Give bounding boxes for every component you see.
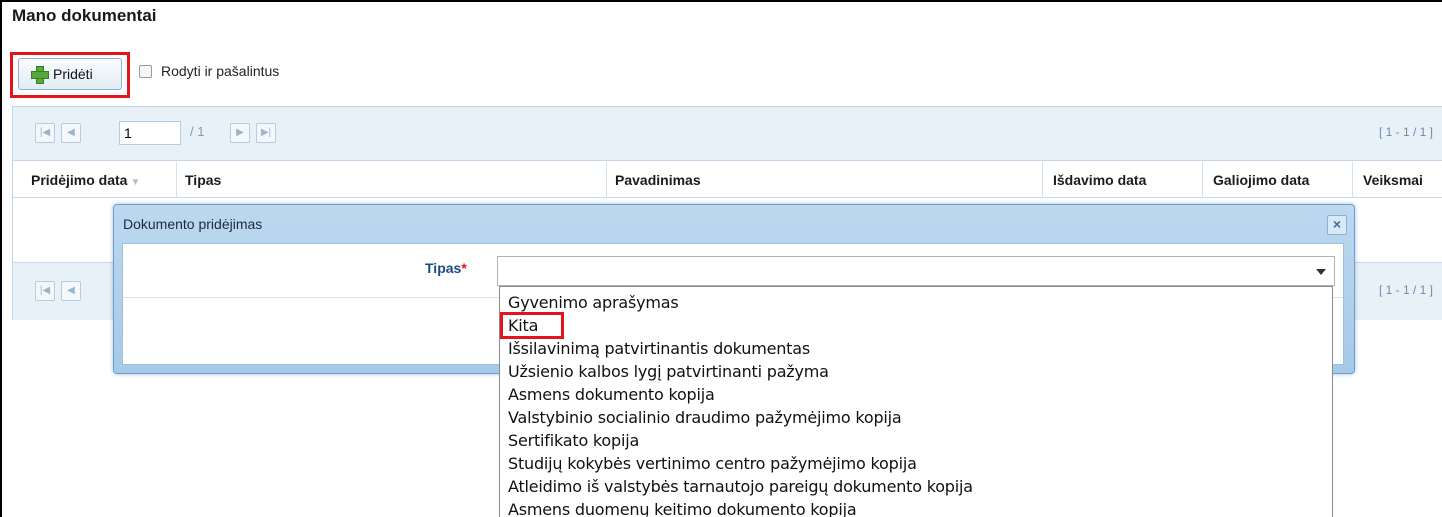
- type-field-label: Tipas*: [425, 260, 467, 276]
- option-identity-document-copy[interactable]: Asmens dokumento kopija: [500, 383, 1332, 406]
- other-option-highlight: [500, 312, 564, 339]
- show-removed-toggle[interactable]: Rodyti ir pašalintus: [139, 63, 279, 79]
- option-language-certificate[interactable]: Užsienio kalbos lygį patvirtinanti pažym…: [500, 360, 1332, 383]
- show-removed-checkbox[interactable]: [139, 64, 152, 78]
- column-header-name[interactable]: Pavadinimas: [607, 162, 1043, 198]
- type-select[interactable]: [497, 256, 1335, 286]
- next-page-icon[interactable]: ▶: [230, 123, 250, 143]
- column-header-actions: Veiksmai: [1363, 172, 1423, 188]
- required-marker: *: [461, 260, 467, 276]
- page-total: / 1: [190, 124, 205, 139]
- option-cv[interactable]: Gyvenimo aprašymas: [500, 291, 1332, 314]
- option-education-document[interactable]: Išsilavinimą patvirtinantis dokumentas: [500, 337, 1332, 360]
- page-range-bottom: [ 1 - 1 / 1 ]: [1378, 283, 1433, 297]
- page-number-input[interactable]: 1: [119, 121, 181, 145]
- option-certificate-copy[interactable]: Sertifikato kopija: [500, 429, 1332, 452]
- column-header-expiry-date[interactable]: Galiojimo data: [1203, 162, 1353, 198]
- column-header-issue-date[interactable]: Išdavimo data: [1043, 162, 1203, 198]
- show-removed-label: Rodyti ir pašalintus: [161, 63, 280, 79]
- table-header: Pridėjimo data ▼ Tipas Pavadinimas Išdavi…: [13, 162, 1442, 198]
- add-button[interactable]: Pridėti: [18, 58, 122, 90]
- option-dismissal-document-copy[interactable]: Atleidimo iš valstybės tarnautojo pareig…: [500, 475, 1332, 498]
- sort-desc-icon: ▼: [130, 177, 141, 188]
- close-icon[interactable]: ×: [1327, 215, 1347, 235]
- option-other[interactable]: Kita: [500, 314, 1332, 337]
- option-personal-data-change-copy[interactable]: Asmens duomenų keitimo dokumento kopija: [500, 498, 1332, 517]
- pager-top: |◀ ◀ 1 / 1 ▶ ▶| [ 1 - 1 / 1 ]: [13, 107, 1442, 161]
- first-page-icon[interactable]: |◀: [35, 281, 55, 301]
- first-page-icon[interactable]: |◀: [35, 123, 55, 143]
- prev-page-icon[interactable]: ◀: [61, 281, 81, 301]
- add-button-label: Pridėti: [53, 66, 93, 82]
- last-page-icon[interactable]: ▶|: [256, 123, 276, 143]
- option-social-insurance-copy[interactable]: Valstybinio socialinio draudimo pažymėji…: [500, 406, 1332, 429]
- plus-icon: [31, 66, 49, 84]
- page-title: Mano dokumentai: [12, 6, 157, 25]
- type-options-list: Gyvenimo aprašymas Kita Išsilavinimą pat…: [499, 286, 1333, 517]
- chevron-down-icon[interactable]: [1316, 269, 1326, 275]
- page-range: [ 1 - 1 / 1 ]: [1378, 125, 1433, 139]
- dialog-title: Dokumento pridėjimas: [123, 216, 263, 232]
- prev-page-icon[interactable]: ◀: [61, 123, 81, 143]
- column-header-added-date[interactable]: Pridėjimo data ▼: [23, 162, 177, 198]
- column-header-type[interactable]: Tipas: [177, 162, 607, 198]
- option-quality-centre-certificate-copy[interactable]: Studijų kokybės vertinimo centro pažymėj…: [500, 452, 1332, 475]
